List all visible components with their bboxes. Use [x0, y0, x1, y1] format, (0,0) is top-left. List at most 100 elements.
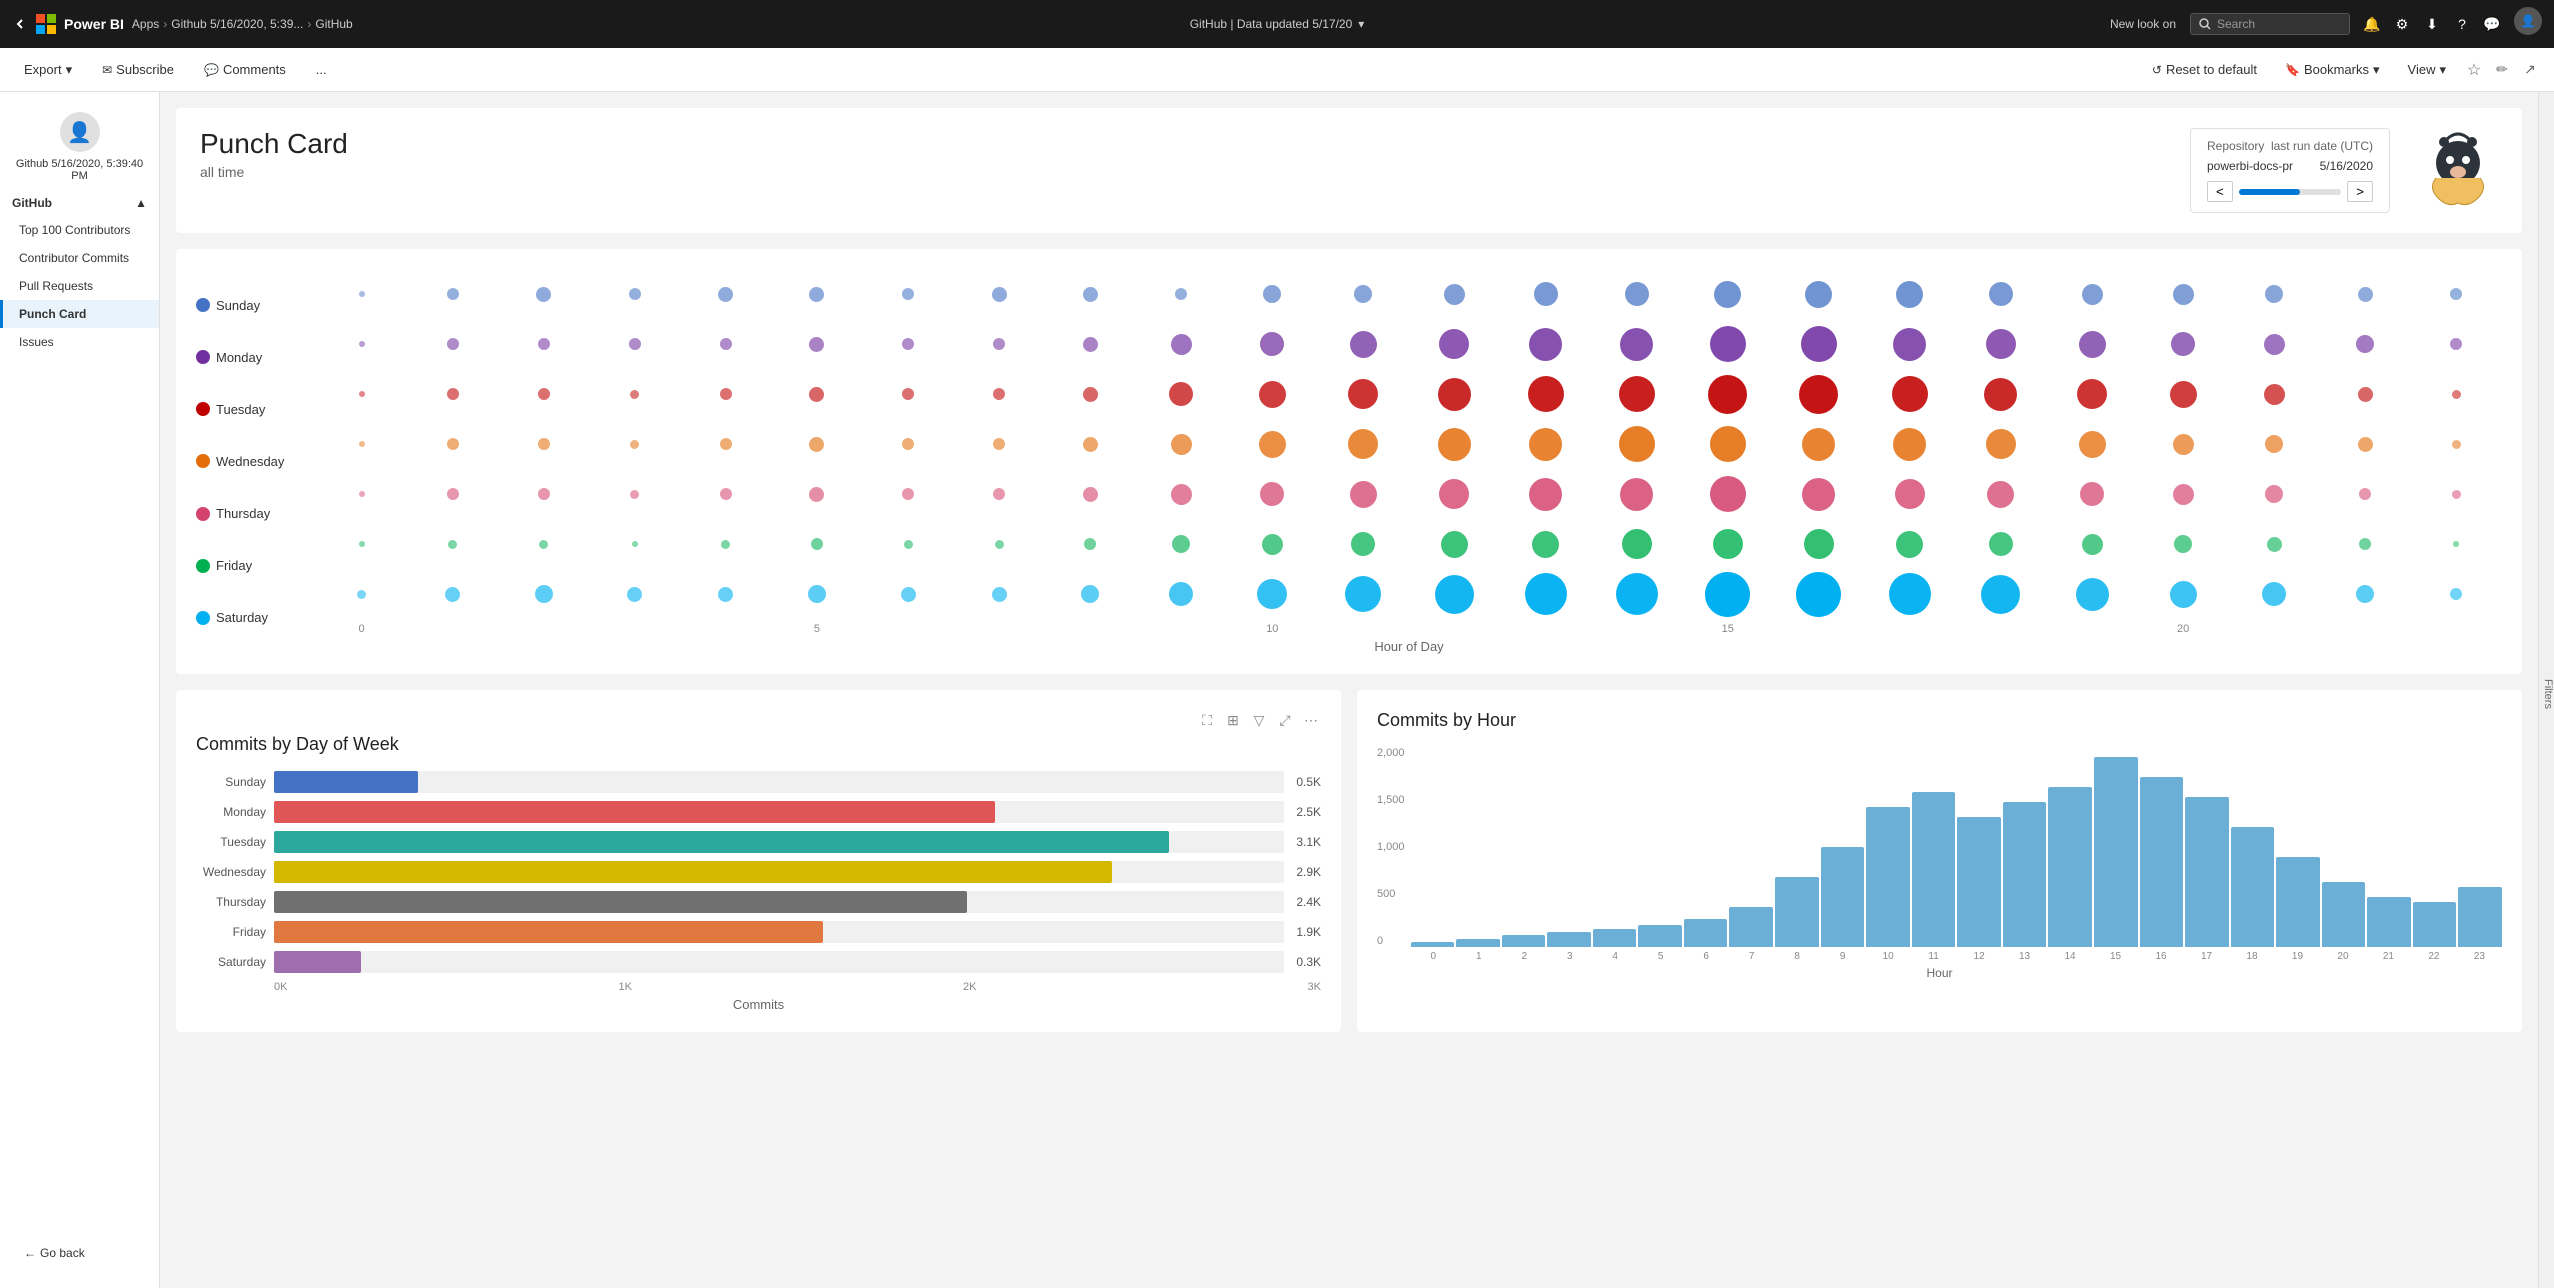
repo-nav-bar — [2239, 189, 2341, 195]
punch-dot — [1345, 576, 1381, 612]
star-icon[interactable]: ☆ — [2466, 62, 2482, 78]
sidebar-item-issues[interactable]: Issues — [0, 328, 159, 356]
hist-x-label: 22 — [2411, 951, 2456, 962]
notification-icon[interactable]: 🔔 — [2364, 16, 2380, 32]
punch-cell — [1864, 328, 1955, 361]
punch-row-wednesday — [316, 419, 2502, 469]
punch-dot — [1896, 531, 1923, 558]
punch-dot — [811, 538, 823, 550]
download-icon[interactable]: ⬇ — [2424, 16, 2440, 32]
breadcrumb-current[interactable]: GitHub — [315, 17, 352, 31]
punch-dot — [902, 288, 914, 300]
filter-icon[interactable]: ▽ — [1249, 710, 1269, 730]
punch-cell — [680, 338, 771, 350]
punch-cell — [589, 541, 680, 547]
hist-y-label: 1,500 — [1377, 794, 1405, 806]
punch-cell — [1591, 426, 1682, 462]
sidebar-item-top-contributors[interactable]: Top 100 Contributors — [0, 216, 159, 244]
bookmarks-button[interactable]: 🔖 Bookmarks ▾ — [2277, 58, 2388, 82]
go-back-button[interactable]: ← Go back — [16, 1242, 144, 1264]
punch-cell — [1591, 478, 1682, 511]
bar-row: Thursday 2.4K — [196, 891, 1321, 913]
punch-cell — [1500, 428, 1591, 461]
bookmarks-label: Bookmarks — [2304, 62, 2369, 77]
filters-panel[interactable]: Filters — [2538, 92, 2554, 1288]
breadcrumb-apps[interactable]: Apps — [132, 17, 159, 31]
hist-x-label: 1 — [1456, 951, 1501, 962]
bar-track — [274, 801, 1284, 823]
punch-dot — [1438, 378, 1471, 411]
share-icon[interactable]: ↗ — [2522, 62, 2538, 78]
punch-cell — [1045, 585, 1136, 603]
reset-button[interactable]: ↺ Reset to default — [2144, 58, 2265, 81]
x-axis-label — [1500, 623, 1591, 635]
punch-dot — [447, 488, 459, 500]
repo-nav-prev[interactable]: < — [2207, 181, 2233, 202]
back-icon[interactable] — [12, 16, 28, 32]
help-icon[interactable]: ? — [2454, 16, 2470, 32]
view-button[interactable]: View ▾ — [2400, 58, 2454, 82]
punch-cell — [2320, 538, 2411, 550]
bar-fill — [274, 861, 1112, 883]
search-box[interactable]: Search — [2190, 13, 2350, 35]
breadcrumb-github[interactable]: Github 5/16/2020, 5:39... — [171, 17, 303, 31]
punch-dot — [2358, 437, 2373, 452]
feedback-icon[interactable]: 💬 — [2484, 16, 2500, 32]
data-icon[interactable]: ⊞ — [1223, 710, 1243, 730]
punch-card-header: Punch Card all time Repository last run … — [176, 108, 2522, 233]
sidebar-collapse-icon[interactable]: ▲ — [135, 196, 147, 210]
legend-item-saturday: Saturday — [196, 593, 316, 643]
export-button[interactable]: Export ▾ — [16, 58, 80, 82]
hist-x-label: 13 — [2002, 951, 2047, 962]
punch-cell — [2138, 284, 2229, 305]
hist-y-label: 2,000 — [1377, 747, 1405, 759]
punch-dot — [447, 438, 459, 450]
subscribe-button[interactable]: ✉ Subscribe — [94, 58, 182, 81]
hist-bars-area: 01234567891011121314151617181920212223 — [1411, 747, 2502, 962]
edit-icon[interactable]: ✏ — [2494, 62, 2510, 78]
punch-dot — [1263, 285, 1281, 303]
view-chevron-icon: ▾ — [2439, 62, 2446, 78]
punch-cell — [771, 387, 862, 402]
punch-row-saturday — [316, 569, 2502, 619]
user-avatar[interactable]: 👤 — [2514, 7, 2542, 35]
comments-button[interactable]: 💬 Comments — [196, 58, 294, 81]
hist-bar — [2231, 827, 2275, 947]
hist-bar — [2322, 882, 2366, 947]
dropdown-icon[interactable]: ▾ — [1358, 17, 1364, 31]
content-area: Punch Card all time Repository last run … — [160, 92, 2538, 1288]
punch-cell — [2320, 585, 2411, 603]
sidebar-item-pull-requests[interactable]: Pull Requests — [0, 272, 159, 300]
punch-cell — [1773, 375, 1864, 414]
punch-cell — [954, 287, 1045, 302]
punch-dot — [1083, 337, 1098, 352]
hist-bar — [2140, 777, 2184, 947]
repo-nav-next[interactable]: > — [2347, 181, 2373, 202]
commits-by-day-panel: ⛶ ⊞ ▽ ⤢ ⋯ Commits by Day of Week Sunday … — [176, 690, 1341, 1032]
hist-bar — [1593, 929, 1637, 947]
punch-cell — [1773, 428, 1864, 461]
punch-dot — [2264, 334, 2285, 355]
commits-by-hour-panel: Commits by Hour 2,0001,5001,0005000 0123… — [1357, 690, 2522, 1032]
more-options-icon[interactable]: ⋯ — [1301, 710, 1321, 730]
more-button[interactable]: ... — [308, 58, 335, 81]
focus-icon[interactable]: ⛶ — [1197, 710, 1217, 730]
microsoft-logo-icon — [36, 14, 56, 34]
punch-row-tuesday — [316, 369, 2502, 419]
export-chevron-icon: ▾ — [66, 62, 73, 78]
expand-icon[interactable]: ⤢ — [1275, 710, 1295, 730]
punch-dot — [359, 391, 365, 397]
punch-cell — [2320, 488, 2411, 500]
sidebar-item-contributor-commits[interactable]: Contributor Commits — [0, 244, 159, 272]
punch-dot — [1260, 482, 1284, 506]
punch-cell — [1227, 332, 1318, 356]
punch-dot — [445, 587, 460, 602]
punch-dot — [1710, 476, 1746, 512]
settings-icon[interactable]: ⚙ — [2394, 16, 2410, 32]
bar-chart: Sunday 0.5K Monday 2.5K Tuesday 3.1K Wed… — [196, 771, 1321, 973]
x-axis-label — [862, 623, 953, 635]
punch-cell — [1773, 478, 1864, 511]
legend-label: Thursday — [216, 506, 270, 521]
punch-cell — [771, 585, 862, 603]
sidebar-item-punch-card[interactable]: Punch Card — [0, 300, 159, 328]
